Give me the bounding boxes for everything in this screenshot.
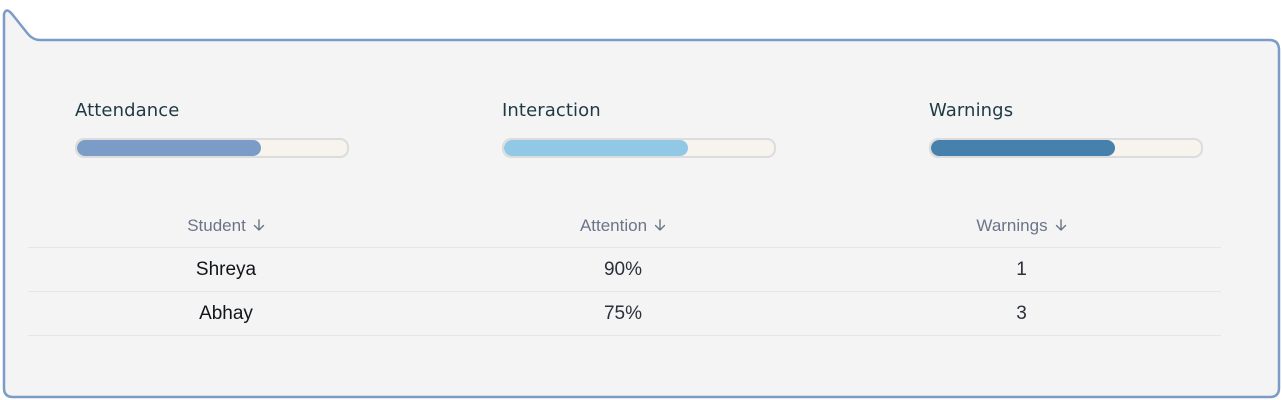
warnings-progress-bar	[929, 138, 1203, 158]
column-header-warnings-label: Warnings	[976, 215, 1048, 235]
dashboard-card	[0, 0, 1282, 400]
metric-label-warnings: Warnings	[929, 100, 1014, 121]
column-header-attention-label: Attention	[579, 215, 648, 235]
column-header-warnings[interactable]: Warnings	[822, 204, 1221, 247]
metric-warnings: Warnings	[929, 98, 1203, 158]
attendance-progress-bar	[75, 138, 349, 158]
cell-student: Abhay	[199, 302, 253, 324]
attendance-progress-fill	[77, 140, 261, 156]
arrow-down-icon	[1055, 219, 1067, 232]
cell-warnings: 1	[1016, 258, 1027, 280]
metric-label-attendance: Attendance	[75, 100, 180, 121]
table-row: Abhay 75% 3	[28, 292, 1221, 336]
column-header-student[interactable]: Student	[28, 204, 424, 247]
arrow-down-icon	[654, 219, 666, 232]
cell-attention: 90%	[603, 258, 643, 280]
table-header-row: Student Attention Warnings	[28, 204, 1221, 248]
students-table: Student Attention Warnings Shreya 90% 1 …	[28, 204, 1221, 336]
table-row: Shreya 90% 1	[28, 248, 1221, 292]
arrow-down-icon	[253, 219, 265, 232]
column-header-attention[interactable]: Attention	[424, 204, 822, 247]
metric-label-interaction: Interaction	[502, 100, 601, 121]
cell-student: Shreya	[195, 258, 257, 280]
column-header-student-label: Student	[187, 215, 246, 235]
metric-attendance: Attendance	[75, 98, 349, 158]
metric-interaction: Interaction	[502, 98, 776, 158]
cell-warnings: 3	[1016, 302, 1027, 324]
card-outline	[2, 9, 1281, 399]
warnings-progress-fill	[931, 140, 1115, 156]
interaction-progress-fill	[504, 140, 688, 156]
interaction-progress-bar	[502, 138, 776, 158]
cell-attention: 75%	[603, 302, 643, 324]
